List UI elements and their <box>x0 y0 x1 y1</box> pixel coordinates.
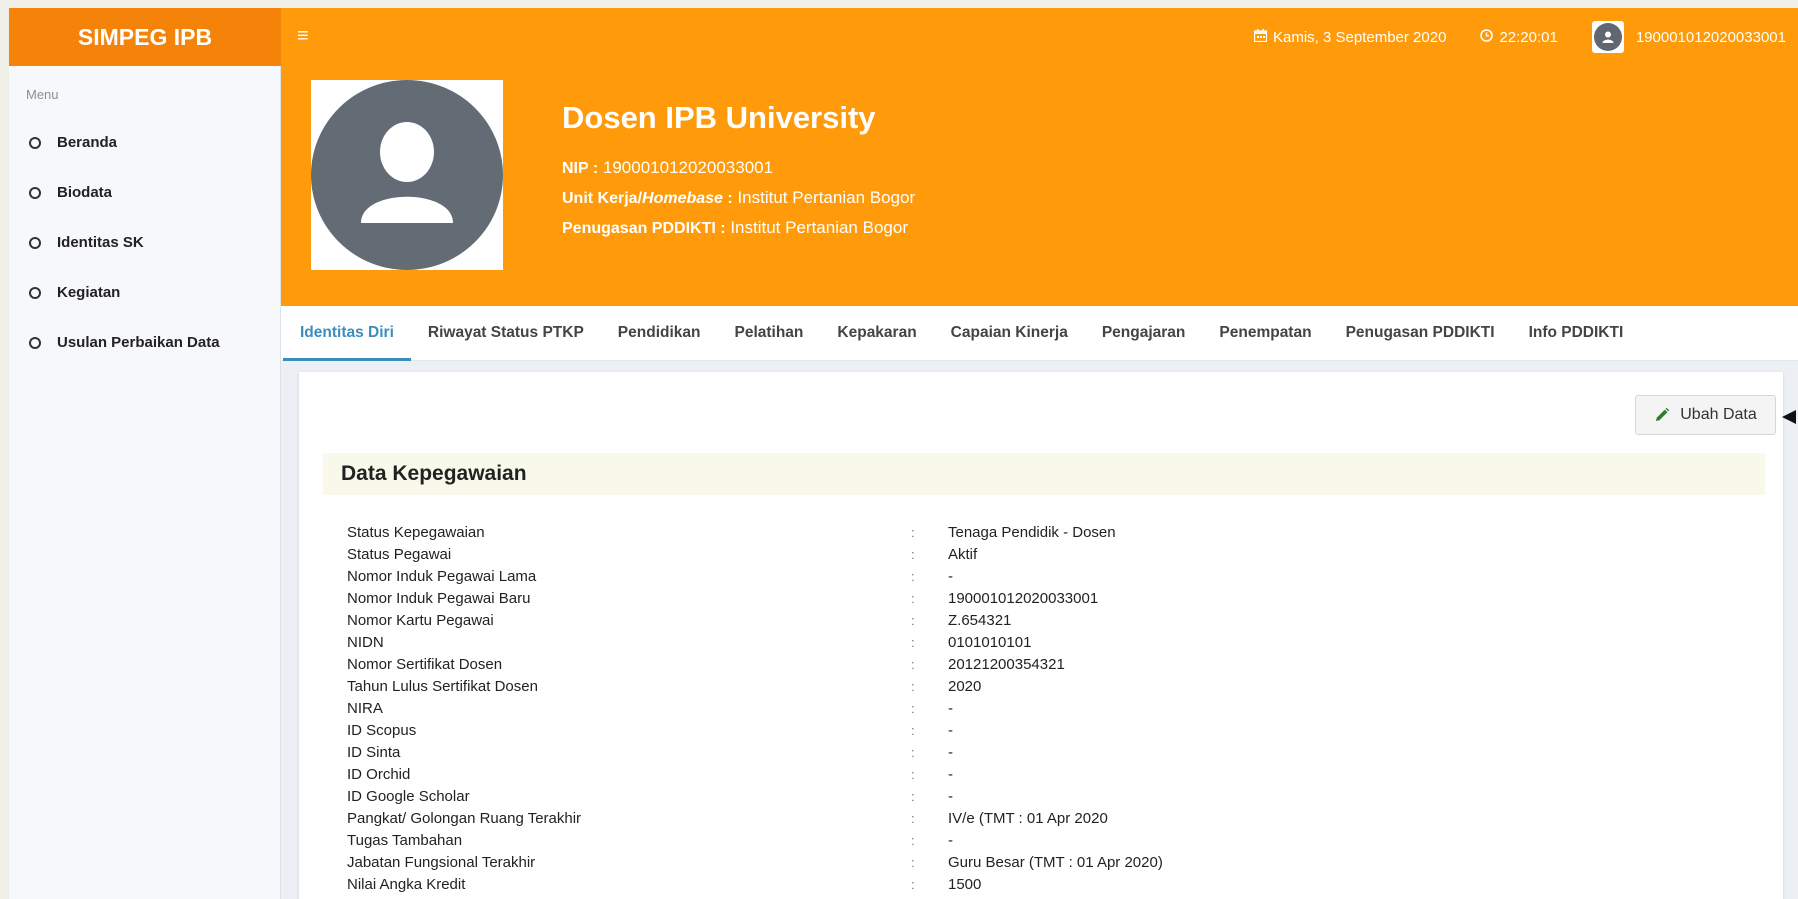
sidebar-item-kegiatan[interactable]: Kegiatan <box>29 284 120 301</box>
circle-icon <box>29 186 41 199</box>
tab-kepakaran[interactable]: Kepakaran <box>820 306 933 360</box>
unit-label: Unit Kerja/Homebase : <box>562 190 733 207</box>
tab-riwayat-status-ptkp[interactable]: Riwayat Status PTKP <box>411 306 601 360</box>
table-row: ID Sinta: - <box>347 743 953 761</box>
edit-data-button[interactable]: Ubah Data <box>1635 395 1776 435</box>
avatar-placeholder-icon <box>311 80 503 270</box>
content-card: Ubah Data Data Kepegawaian Status Kepega… <box>299 372 1783 899</box>
table-row: NIRA: - <box>347 699 953 717</box>
tab-penempatan[interactable]: Penempatan <box>1202 306 1328 360</box>
top-bar: SIMPEG IPB ≡ Kamis, 3 September 2020 22:… <box>9 8 1798 66</box>
top-bar-info: Kamis, 3 September 2020 22:20:01 1900010… <box>1220 8 1786 66</box>
sidebar-item-beranda[interactable]: Beranda <box>29 134 117 151</box>
nip-label: NIP : <box>562 160 599 177</box>
sidebar: Menu Beranda Biodata Identitas SK Kegiat… <box>9 66 281 899</box>
clock-icon <box>1480 29 1494 45</box>
sidebar-item-usulan-perbaikan-data[interactable]: Usulan Perbaikan Data <box>29 334 220 351</box>
sidebar-item-label: Usulan Perbaikan Data <box>57 334 220 351</box>
tab-pengajaran[interactable]: Pengajaran <box>1085 306 1203 360</box>
time-text: 22:20:01 <box>1499 28 1558 46</box>
table-row: ID Orchid: - <box>347 765 953 783</box>
pointer-arrow-icon <box>1782 410 1796 424</box>
circle-icon <box>29 286 41 299</box>
profile-penugasan: Penugasan PDDIKTI : Institut Pertanian B… <box>562 218 908 238</box>
profile-nip: NIP : 190001012020033001 <box>562 158 773 178</box>
penugasan-label: Penugasan PDDIKTI : <box>562 220 726 237</box>
sidebar-item-label: Biodata <box>57 184 113 201</box>
profile-tabs: Identitas Diri Riwayat Status PTKP Pendi… <box>281 306 1798 361</box>
table-row: Nilai Angka Kredit:1500 <box>347 875 982 893</box>
edit-data-label: Ubah Data <box>1680 406 1757 423</box>
table-row: ID Google Scholar: - <box>347 787 953 805</box>
sidebar-item-label: Identitas SK <box>57 234 144 251</box>
sidebar-item-identitas-sk[interactable]: Identitas SK <box>29 234 144 251</box>
calendar-icon <box>1253 29 1268 45</box>
table-row: Nomor Induk Pegawai Baru:190001012020033… <box>347 589 1099 607</box>
table-row: Status Kepegawaian: Tenaga Pendidik - Dos… <box>347 523 1116 541</box>
table-row: ID Scopus: - <box>347 721 953 739</box>
date-display: Kamis, 3 September 2020 <box>1253 28 1447 46</box>
table-row: Nomor Kartu Pegawai: Z.654321 <box>347 611 1012 629</box>
sidebar-item-label: Kegiatan <box>57 284 121 301</box>
circle-icon <box>29 236 41 249</box>
profile-unit-kerja: Unit Kerja/Homebase : Institut Pertanian… <box>562 188 915 208</box>
brand-logo[interactable]: SIMPEG IPB <box>9 8 281 66</box>
hamburger-menu-icon[interactable]: ≡ <box>297 26 309 46</box>
table-row: NIDN:0101010101 <box>347 633 1032 651</box>
tab-pendidikan[interactable]: Pendidikan <box>601 306 718 360</box>
user-avatar-icon <box>1591 21 1624 53</box>
circle-icon <box>29 336 41 349</box>
profile-photo <box>311 80 503 270</box>
sidebar-item-label: Beranda <box>57 134 118 151</box>
user-menu[interactable]: 190001012020033001 <box>1591 21 1786 53</box>
profile-header: Dosen IPB University NIP : 1900010120200… <box>281 66 1798 314</box>
penugasan-value: Institut Pertanian Bogor <box>730 218 908 237</box>
sidebar-item-biodata[interactable]: Biodata <box>29 184 112 201</box>
section-title: Data Kepegawaian <box>323 453 1765 495</box>
table-row: Status Pegawai: Aktif <box>347 545 978 563</box>
date-text: Kamis, 3 September 2020 <box>1273 28 1447 46</box>
unit-value: Institut Pertanian Bogor <box>737 188 916 207</box>
circle-icon <box>29 136 41 149</box>
tab-capaian-kinerja[interactable]: Capaian Kinerja <box>934 306 1085 360</box>
table-row: Nomor Induk Pegawai Lama: - <box>347 567 953 585</box>
menu-header: Menu <box>26 87 59 102</box>
table-row: Nomor Sertifikat Dosen:20121200354321 <box>347 655 1065 673</box>
app-window: SIMPEG IPB ≡ Kamis, 3 September 2020 22:… <box>9 8 1798 899</box>
username-text: 190001012020033001 <box>1635 28 1786 46</box>
table-row: Pangkat/ Golongan Ruang Terakhir: IV/e (T… <box>347 809 1108 827</box>
table-row: Tahun Lulus Sertifikat Dosen:2020 <box>347 677 982 695</box>
tab-info-pddikti[interactable]: Info PDDIKTI <box>1512 306 1641 360</box>
pencil-icon <box>1654 407 1670 423</box>
data-kepegawaian-list: Status Kepegawaian: Tenaga Pendidik - Dos… <box>323 521 1765 895</box>
tab-penugasan-pddikti[interactable]: Penugasan PDDIKTI <box>1329 306 1512 360</box>
profile-name: Dosen IPB University <box>562 100 876 135</box>
time-display: 22:20:01 <box>1480 28 1558 46</box>
tab-identitas-diri[interactable]: Identitas Diri <box>283 306 411 361</box>
tab-pelatihan[interactable]: Pelatihan <box>717 306 820 360</box>
nip-value: 190001012020033001 <box>602 158 774 177</box>
table-row: Jabatan Fungsional Terakhir: Guru Besar (… <box>347 853 1163 871</box>
table-row: Tugas Tambahan: - <box>347 831 953 849</box>
